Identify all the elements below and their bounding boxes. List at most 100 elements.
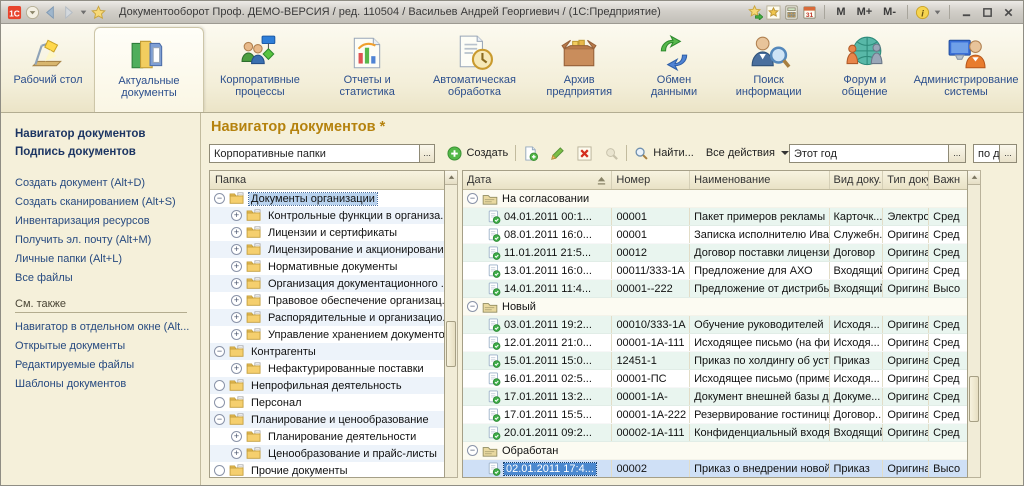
sidebar-link[interactable]: Получить эл. почту (Alt+M)	[15, 231, 194, 250]
ribbon-section-administration[interactable]: Администрирование системы	[912, 27, 1020, 112]
tree-expander[interactable]: +	[231, 227, 242, 238]
sidebar-command[interactable]: Подпись документов	[15, 143, 194, 161]
column-header-doctype[interactable]: Тип доку...	[883, 171, 929, 189]
table-row[interactable]: 03.01.2011 19:2...00010/333-1АОбучение р…	[463, 316, 967, 334]
tree-item[interactable]: +Нормативные документы	[210, 258, 444, 275]
ribbon-section-desktop[interactable]: Рабочий стол	[4, 27, 92, 112]
ribbon-section-forum[interactable]: Форум и общение	[819, 27, 910, 112]
table-row[interactable]: 08.01.2011 16:0...00001Записка исполните…	[463, 226, 967, 244]
copy-document-icon[interactable]	[523, 146, 538, 161]
sidebar-see-also-link[interactable]: Шаблоны документов	[15, 375, 194, 394]
group-expander[interactable]: −	[467, 193, 478, 204]
m-minus-button[interactable]: M-	[879, 6, 900, 18]
table-row[interactable]: 17.01.2011 15:5...00001-1А-222Резервиров…	[463, 406, 967, 424]
tree-item[interactable]: +Нефактурированные поставки	[210, 360, 444, 377]
tree-expander[interactable]: +	[231, 312, 242, 323]
tree-scrollbar-thumb[interactable]	[446, 321, 456, 367]
add-favorite-icon[interactable]	[748, 5, 763, 20]
favorites-star-icon[interactable]	[91, 5, 106, 20]
sidebar-link[interactable]: Инвентаризация ресурсов	[15, 212, 194, 231]
table-row[interactable]: 20.01.2011 09:2...00002-1А-111Конфиденци…	[463, 424, 967, 442]
calculator-icon[interactable]	[784, 5, 799, 20]
m-button[interactable]: M	[832, 6, 849, 18]
tree-expander[interactable]: +	[231, 261, 242, 272]
tree-item[interactable]: +Планирование деятельности	[210, 428, 444, 445]
create-button[interactable]: Создать	[447, 146, 508, 161]
sidebar-link[interactable]: Личные папки (Alt+L)	[15, 250, 194, 269]
tree-expander[interactable]: +	[231, 329, 242, 340]
tree-item[interactable]: +Распорядительные и организацио...	[210, 309, 444, 326]
tree-item[interactable]: +Правовое обеспечение организац...	[210, 292, 444, 309]
table-row[interactable]: 17.01.2011 13:2...00001-1А-Документ внеш…	[463, 388, 967, 406]
table-row[interactable]: 11.01.2011 21:5...00012Договор поставки …	[463, 244, 967, 262]
favorites-list-icon[interactable]	[766, 5, 781, 20]
forward-button[interactable]	[61, 5, 76, 20]
minimize-button[interactable]	[957, 5, 975, 20]
main-menu-button[interactable]	[25, 5, 40, 20]
column-header-date[interactable]: Дата	[463, 171, 612, 189]
ribbon-section-enterprise-archive[interactable]: Архив предприятия	[530, 27, 628, 112]
sidebar-see-also-link[interactable]: Навигатор в отдельном окне (Alt...	[15, 318, 194, 337]
scroll-up-icon[interactable]	[445, 171, 457, 185]
table-group-row[interactable]: −На согласовании	[463, 190, 967, 208]
tree-item[interactable]: +Ценообразование и прайс-листы	[210, 445, 444, 462]
ribbon-section-actual-documents[interactable]: Актуальные документы	[94, 27, 204, 112]
table-scrollbar[interactable]	[968, 170, 981, 478]
tree-item[interactable]: −Контрагенты	[210, 343, 444, 360]
tree-item[interactable]: Прочие документы	[210, 462, 444, 477]
back-button[interactable]	[43, 5, 58, 20]
maximize-button[interactable]	[978, 5, 996, 20]
edit-icon[interactable]	[550, 146, 565, 161]
folder-browse-button[interactable]: ...	[420, 144, 436, 163]
table-row[interactable]: 15.01.2011 15:0...12451-1Приказ по холди…	[463, 352, 967, 370]
sidebar-see-also-link[interactable]: Редактируемые файлы	[15, 356, 194, 375]
table-group-row[interactable]: −Обработан	[463, 442, 967, 460]
sidebar-link[interactable]: Все файлы	[15, 269, 194, 288]
tree-expander[interactable]	[214, 380, 225, 391]
folder-filter-input[interactable]: Корпоративные папки	[209, 144, 420, 163]
close-button[interactable]	[999, 5, 1017, 20]
history-dropdown-icon[interactable]	[79, 5, 88, 20]
tree-expander[interactable]: −	[214, 414, 225, 425]
ribbon-section-data-exchange[interactable]: Обмен данными	[630, 27, 718, 112]
period-input[interactable]: Этот год	[789, 144, 949, 163]
tree-expander[interactable]: −	[214, 193, 225, 204]
calendar-icon[interactable]: 31	[802, 5, 817, 20]
tree-item[interactable]: +Лицензии и сертификаты	[210, 224, 444, 241]
tree-expander[interactable]	[214, 397, 225, 408]
scroll-up-icon[interactable]	[968, 171, 980, 185]
table-group-row[interactable]: −Новый	[463, 298, 967, 316]
info-dropdown-icon[interactable]	[933, 5, 942, 20]
tree-item[interactable]: +Управление хранением документов	[210, 326, 444, 343]
table-scrollbar-thumb[interactable]	[969, 376, 979, 422]
sidebar-link[interactable]: Создать документ (Alt+D)	[15, 174, 194, 193]
table-row[interactable]: 02.01.2011 17:4...00002Приказ о внедрени…	[463, 460, 967, 477]
delete-icon[interactable]	[577, 146, 592, 161]
ribbon-section-auto-processing[interactable]: Автоматическая обработка	[421, 27, 529, 112]
find-button[interactable]: Найти...	[634, 146, 694, 161]
ribbon-section-info-search[interactable]: Поиск информации	[720, 27, 817, 112]
column-header-kind[interactable]: Вид доку...	[830, 171, 884, 189]
period-to-browse-button[interactable]: ...	[1000, 144, 1017, 163]
table-row[interactable]: 13.01.2011 16:0...00011/333-1АПредложени…	[463, 262, 967, 280]
column-header-name[interactable]: Наименование	[690, 171, 829, 189]
table-row[interactable]: 12.01.2011 21:0...00001-1А-111Исходящее …	[463, 334, 967, 352]
tree-expander[interactable]: +	[231, 244, 242, 255]
table-row[interactable]: 16.01.2011 02:5...00001-ПСИсходящее пись…	[463, 370, 967, 388]
tree-item[interactable]: Непрофильная деятельность	[210, 377, 444, 394]
column-header-importance[interactable]: Важн	[929, 171, 967, 189]
tree-item[interactable]: −Планирование и ценообразование	[210, 411, 444, 428]
tree-scrollbar[interactable]	[445, 170, 458, 478]
sidebar-link[interactable]: Создать сканированием (Alt+S)	[15, 193, 194, 212]
column-header-number[interactable]: Номер	[612, 171, 690, 189]
table-row[interactable]: 04.01.2011 00:1...00001Пакет примеров ре…	[463, 208, 967, 226]
info-icon[interactable]: i	[915, 5, 930, 20]
period-browse-button[interactable]: ...	[949, 144, 966, 163]
ribbon-section-corporate-processes[interactable]: Корпоративные процессы	[206, 27, 314, 112]
tree-item[interactable]: +Организация документационного ...	[210, 275, 444, 292]
sidebar-command[interactable]: Навигатор документов	[15, 125, 194, 143]
tree-expander[interactable]: +	[231, 448, 242, 459]
tree-header[interactable]: Папка	[210, 171, 444, 190]
group-expander[interactable]: −	[467, 301, 478, 312]
tree-expander[interactable]: −	[214, 346, 225, 357]
